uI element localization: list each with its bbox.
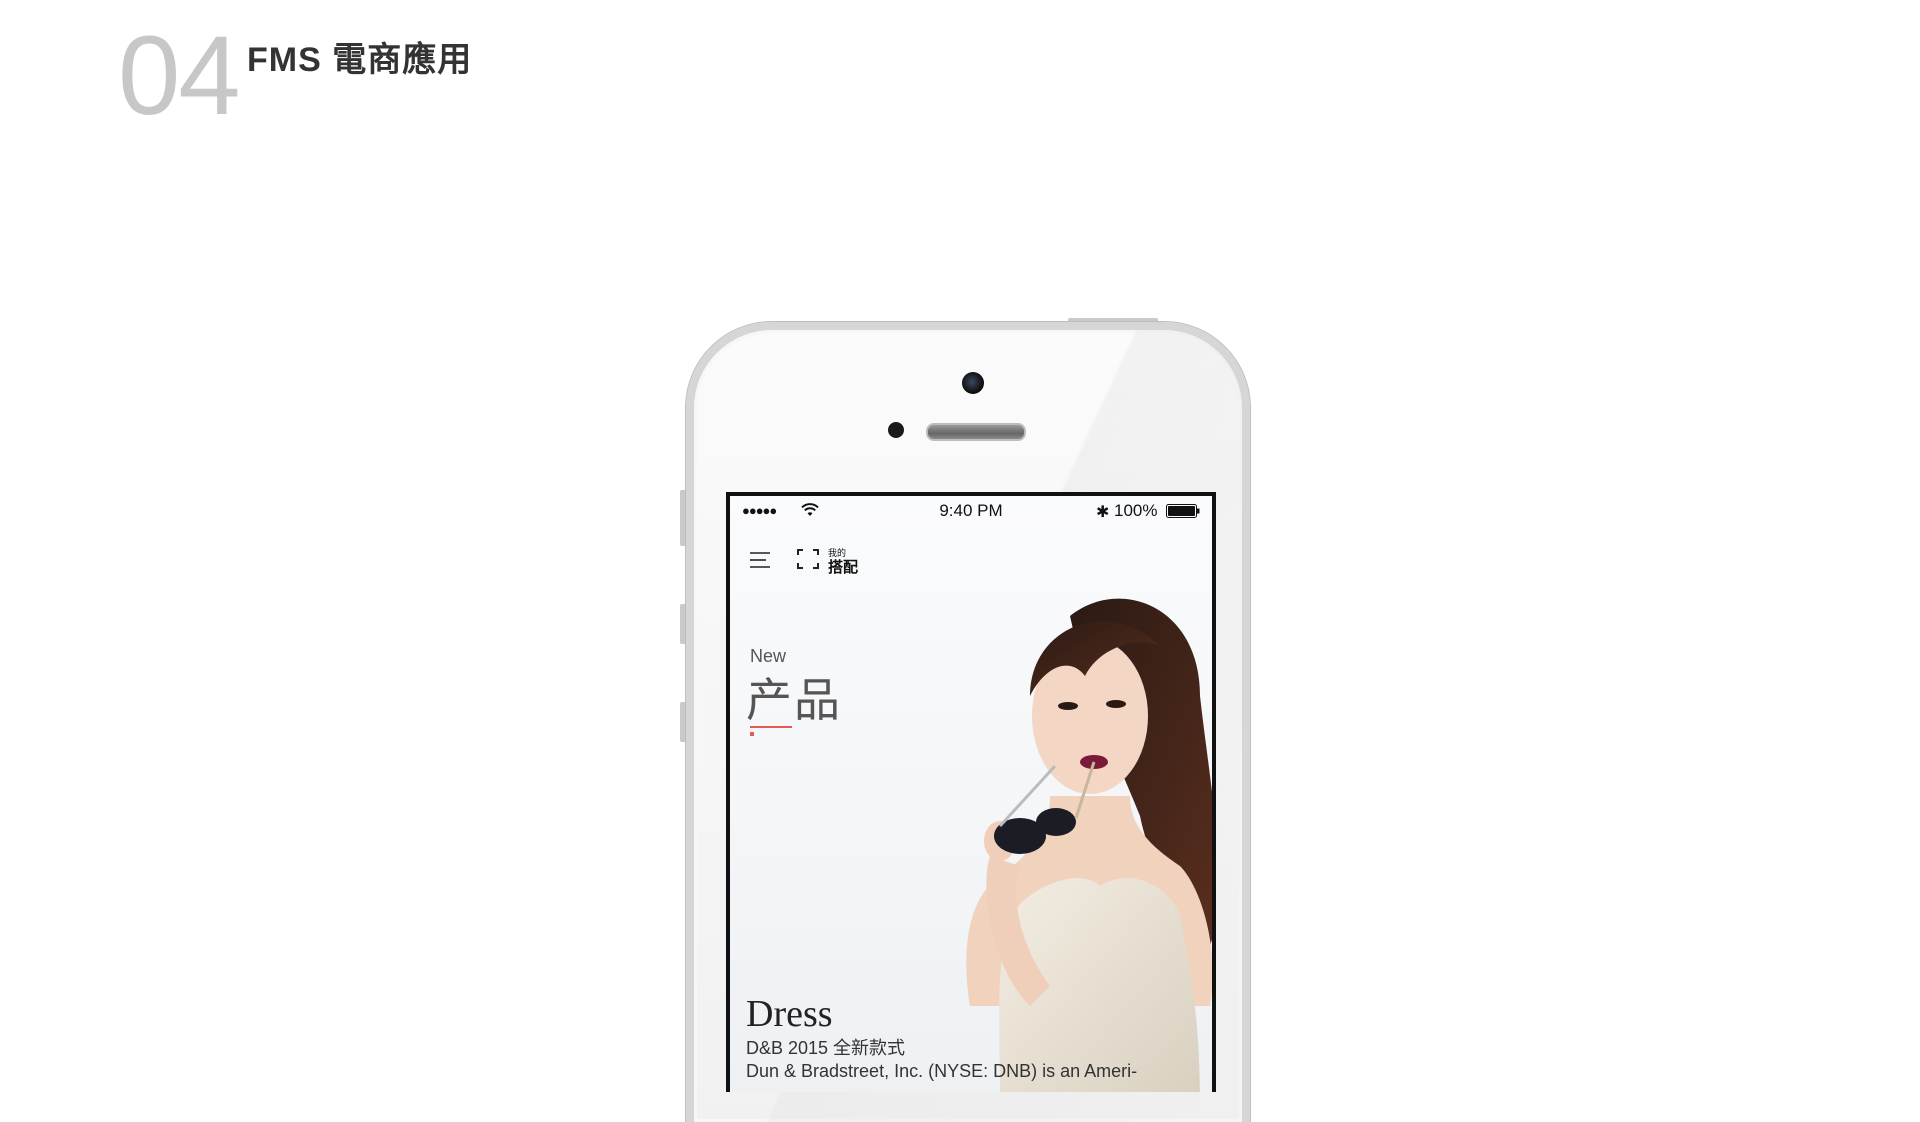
section-title: FMS 電商應用 xyxy=(247,41,473,79)
product-description-cont: … xyxy=(746,1084,764,1092)
my-outfit-label[interactable]: 搭配 xyxy=(828,556,858,577)
scan-frame-icon[interactable] xyxy=(796,548,820,570)
status-bar: ●●●●● 9:40 PM ✱ 100% xyxy=(730,496,1212,526)
hero-title: 产品 xyxy=(746,674,842,726)
product-title[interactable]: Dress xyxy=(746,992,833,1036)
accent-underline xyxy=(750,726,792,728)
section-number: 04 xyxy=(118,13,241,138)
bluetooth-icon: ✱ xyxy=(1096,504,1110,521)
model-photo[interactable] xyxy=(880,586,1216,1092)
product-subtitle: D&B 2015 全新款式 xyxy=(746,1038,906,1058)
phone-screen: ●●●●● 9:40 PM ✱ 100% 我的 搭配 New 产品 Dress … xyxy=(726,492,1216,1092)
product-description: Dun & Bradstreet, Inc. (NYSE: DNB) is an… xyxy=(746,1061,1138,1081)
earpiece-speaker xyxy=(926,423,1026,441)
proximity-sensor xyxy=(888,422,904,438)
battery-percent: 100% xyxy=(1114,501,1158,520)
accent-dot xyxy=(750,732,754,736)
hamburger-menu-icon[interactable] xyxy=(748,550,772,570)
front-camera xyxy=(962,372,984,394)
battery-icon xyxy=(1166,504,1200,518)
app-bar: 我的 搭配 xyxy=(730,538,1212,582)
